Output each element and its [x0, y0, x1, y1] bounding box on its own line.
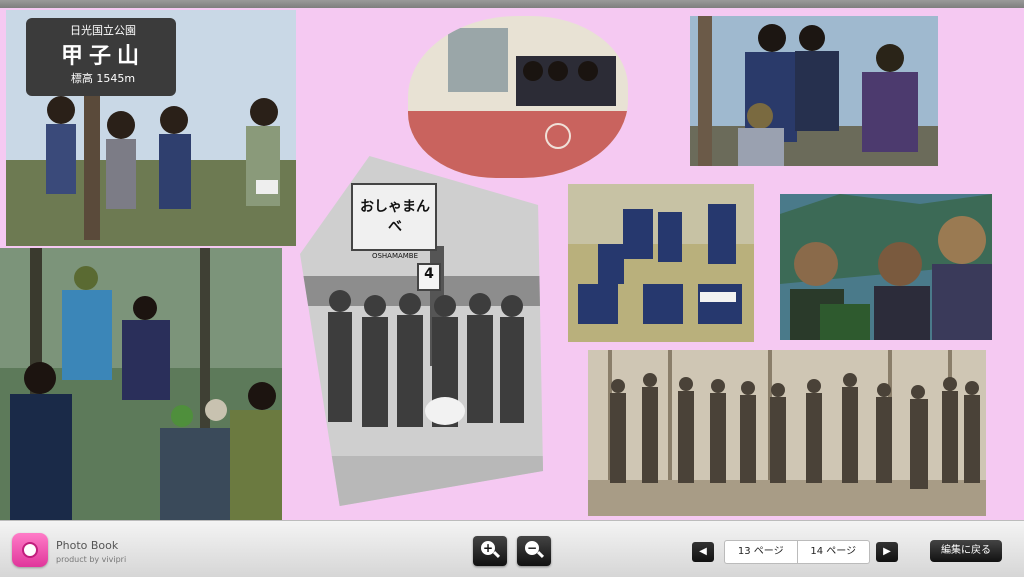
station-platform-number: 4	[424, 266, 434, 282]
mountain-sign-line1: 日光国立公園	[70, 24, 136, 37]
photo-four-men-image	[690, 16, 938, 166]
photo-slope-group-image	[568, 184, 754, 342]
brand-title: Photo Book	[56, 539, 119, 552]
mountain-sign-line2: 甲子山	[60, 44, 145, 69]
prev-page-button[interactable]: ◀	[692, 542, 714, 562]
station-sign-name: おしゃまんべ	[360, 199, 430, 235]
mountain-sign-line3: 標高 1545m	[70, 72, 136, 85]
page-left-number[interactable]: 13 ページ	[725, 541, 797, 563]
photo-forest-line-group-image	[588, 350, 986, 516]
photo-slope-group[interactable]	[568, 184, 754, 342]
brand-subtitle: product by vivipri	[56, 555, 127, 564]
station-sign: おしゃまんべ OSHAMAMBE	[354, 186, 436, 260]
photo-forest-line-group[interactable]	[588, 350, 986, 516]
photo-forest-group-image	[0, 248, 282, 520]
top-bar	[0, 0, 1024, 8]
mountain-sign: 日光国立公園 甲子山 標高 1545m	[30, 22, 176, 86]
photo-station-group[interactable]: おしゃまんべ OSHAMAMBE 4	[300, 156, 544, 506]
photo-train-window[interactable]	[408, 16, 628, 178]
photo-forest-group[interactable]	[0, 248, 282, 520]
zoom-out-button[interactable]: −	[517, 536, 551, 566]
back-to-edit-button[interactable]: 編集に戻る	[930, 540, 1002, 562]
next-page-button[interactable]: ▶	[876, 542, 898, 562]
photo-book-logo-icon	[12, 533, 48, 567]
bottom-toolbar: Photo Book product by vivipri + − ◀ 13 ペ…	[0, 520, 1024, 577]
photo-closeup-three[interactable]	[780, 194, 992, 340]
station-sign-sub: OSHAMAMBE	[371, 252, 419, 260]
photo-train-window-image	[408, 16, 628, 178]
photo-four-men[interactable]	[690, 16, 938, 166]
photo-book-spread: 日光国立公園 甲子山 標高 1545m おしゃまんべ OSHAMAMBE 4	[0, 8, 1024, 520]
photo-closeup-three-image	[780, 194, 992, 340]
zoom-in-button[interactable]: +	[473, 536, 507, 566]
photo-mountain-sign-group[interactable]: 日光国立公園 甲子山 標高 1545m	[6, 10, 296, 246]
page-indicator: 13 ページ 14 ページ	[724, 540, 870, 564]
page-right-number[interactable]: 14 ページ	[796, 541, 870, 563]
